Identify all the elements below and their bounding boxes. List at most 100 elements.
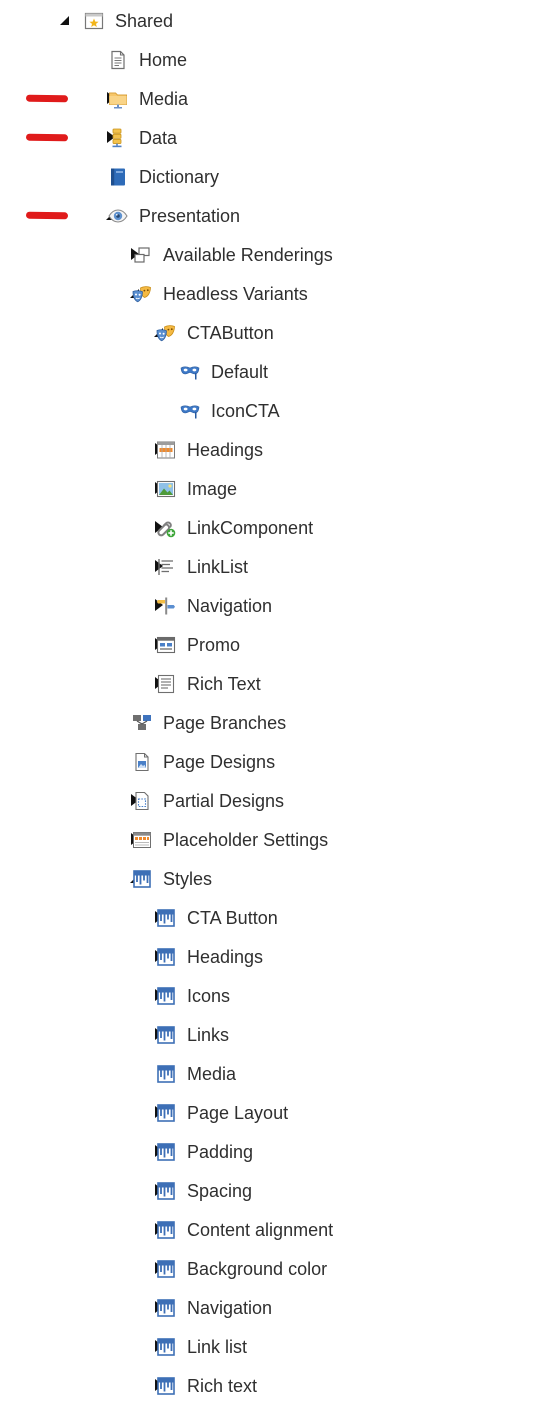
tree-node[interactable]: Available Renderings [0, 235, 538, 274]
promo-icon [156, 635, 176, 655]
tree-node-label[interactable]: Navigation [187, 1297, 272, 1319]
expanded-triangle-icon[interactable] [58, 12, 72, 28]
style-icon [156, 1064, 176, 1084]
tree-node-label[interactable]: Data [139, 127, 177, 149]
masks-icon [132, 284, 152, 304]
tree-node[interactable]: Styles [0, 859, 538, 898]
eye-icon [108, 206, 128, 226]
tree-node[interactable]: Navigation [0, 586, 538, 625]
tree-node-label[interactable]: Page Layout [187, 1102, 288, 1124]
tree-node-label[interactable]: Default [211, 361, 268, 383]
style-icon [156, 1103, 176, 1123]
list-icon [156, 557, 176, 577]
tree-node[interactable]: CTAButton [0, 313, 538, 352]
tree-node-label[interactable]: IconCTA [211, 400, 280, 422]
tree-node-label[interactable]: Content alignment [187, 1219, 333, 1241]
mask-icon [180, 362, 200, 382]
tree-node[interactable]: Placeholder Settings [0, 820, 538, 859]
tree-node[interactable]: Rich Text [0, 664, 538, 703]
tree-node[interactable]: Presentation [0, 196, 538, 235]
tree-node-label[interactable]: CTA Button [187, 907, 278, 929]
rich-text-icon [156, 674, 176, 694]
red-annotation-mark [25, 211, 69, 220]
tree-node-label[interactable]: Icons [187, 985, 230, 1007]
tree-node[interactable]: Default [0, 352, 538, 391]
tree-node-label[interactable]: Available Renderings [163, 244, 333, 266]
tree-node[interactable]: IconCTA [0, 391, 538, 430]
headings-icon [156, 440, 176, 460]
tree-node-label[interactable]: CTAButton [187, 322, 274, 344]
tree-node[interactable]: Media [0, 1054, 538, 1093]
tree-node[interactable]: Navigation [0, 1288, 538, 1327]
tree-node[interactable]: Promo [0, 625, 538, 664]
tree-node[interactable]: Shared [0, 1, 538, 40]
tree-node[interactable]: Spacing [0, 1171, 538, 1210]
tree-node[interactable]: LinkComponent [0, 508, 538, 547]
tree-node[interactable]: Partial Designs [0, 781, 538, 820]
content-tree: Shared Home Media Data Dictionary Presentatio… [0, 0, 538, 1396]
tree-node[interactable]: Link list [0, 1327, 538, 1366]
red-annotation-mark [25, 133, 69, 142]
tree-node[interactable]: Home [0, 40, 538, 79]
tree-node[interactable]: Media [0, 79, 538, 118]
tree-node-label[interactable]: Promo [187, 634, 240, 656]
tree-node[interactable]: Data [0, 118, 538, 157]
red-annotation-mark [25, 94, 69, 103]
tree-node-label[interactable]: Media [187, 1063, 236, 1085]
tree-node[interactable]: LinkList [0, 547, 538, 586]
tree-node[interactable]: CTA Button [0, 898, 538, 937]
tree-node-label[interactable]: Spacing [187, 1180, 252, 1202]
tree-node-label[interactable]: Styles [163, 868, 212, 890]
shared-star-icon [84, 11, 104, 31]
tree-node-label[interactable]: Media [139, 88, 188, 110]
tree-node[interactable]: Page Designs [0, 742, 538, 781]
tree-node-label[interactable]: Shared [115, 10, 173, 32]
tree-node-label[interactable]: Links [187, 1024, 229, 1046]
document-icon [108, 50, 128, 70]
tree-node[interactable]: Headings [0, 937, 538, 976]
tree-node[interactable]: Headless Variants [0, 274, 538, 313]
tree-node[interactable]: Headings [0, 430, 538, 469]
style-icon [156, 1025, 176, 1045]
branches-icon [132, 713, 152, 733]
data-icon [108, 128, 128, 148]
tree-node-label[interactable]: Dictionary [139, 166, 219, 188]
tree-node[interactable]: Links [0, 1015, 538, 1054]
tree-node[interactable]: Rich text [0, 1366, 538, 1405]
tree-node[interactable]: Page Branches [0, 703, 538, 742]
tree-node-label[interactable]: Image [187, 478, 237, 500]
tree-node-label[interactable]: Navigation [187, 595, 272, 617]
tree-node-label[interactable]: Presentation [139, 205, 240, 227]
page-design-icon [132, 752, 152, 772]
tree-node[interactable]: Background color [0, 1249, 538, 1288]
tree-node-label[interactable]: Page Designs [163, 751, 275, 773]
tree-node-label[interactable]: Placeholder Settings [163, 829, 328, 851]
style-icon [156, 1220, 176, 1240]
tree-node-label[interactable]: Link list [187, 1336, 247, 1358]
tree-node-label[interactable]: LinkComponent [187, 517, 313, 539]
tree-node[interactable]: Icons [0, 976, 538, 1015]
tree-node-label[interactable]: Page Branches [163, 712, 286, 734]
tree-node[interactable]: Page Layout [0, 1093, 538, 1132]
tree-node-label[interactable]: Headings [187, 946, 263, 968]
tree-node-label[interactable]: Rich text [187, 1375, 257, 1397]
signpost-icon [156, 596, 176, 616]
tree-node-label[interactable]: Home [139, 49, 187, 71]
tree-node[interactable]: Content alignment [0, 1210, 538, 1249]
tree-node[interactable]: Image [0, 469, 538, 508]
mask-icon [180, 401, 200, 421]
tree-node-label[interactable]: Partial Designs [163, 790, 284, 812]
style-icon [156, 1298, 176, 1318]
tree-node-label[interactable]: Rich Text [187, 673, 261, 695]
tree-node-label[interactable]: LinkList [187, 556, 248, 578]
tree-node[interactable]: Dictionary [0, 157, 538, 196]
tree-node-label[interactable]: Padding [187, 1141, 253, 1163]
image-icon [156, 479, 176, 499]
style-icon [156, 908, 176, 928]
tree-node-label[interactable]: Headless Variants [163, 283, 308, 305]
media-folder-icon [108, 89, 128, 109]
tree-node-label[interactable]: Headings [187, 439, 263, 461]
style-icon [156, 1337, 176, 1357]
tree-node-label[interactable]: Background color [187, 1258, 327, 1280]
tree-node[interactable]: Padding [0, 1132, 538, 1171]
